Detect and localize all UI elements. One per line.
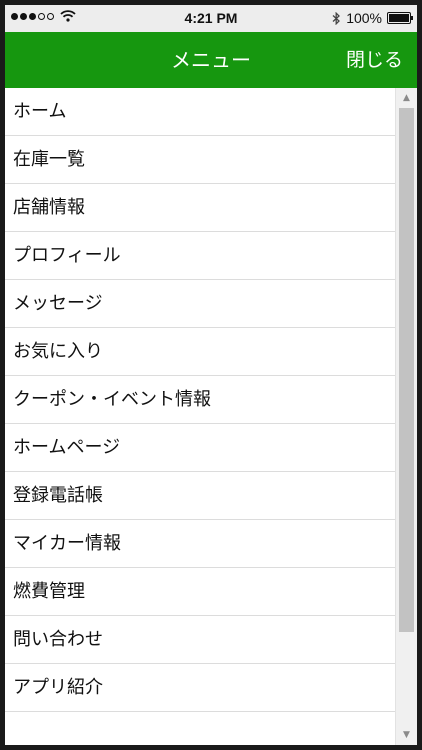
menu-item-coupons-events[interactable]: クーポン・イベント情報 [5, 376, 395, 424]
scrollbar[interactable]: ▲ ▼ [395, 88, 417, 745]
menu-item-profile[interactable]: プロフィール [5, 232, 395, 280]
status-right: 100% [332, 10, 413, 26]
menu-item-home[interactable]: ホーム [5, 88, 395, 136]
menu-item-favorites[interactable]: お気に入り [5, 328, 395, 376]
menu-item-my-car[interactable]: マイカー情報 [5, 520, 395, 568]
bluetooth-icon [332, 11, 341, 25]
navigation-bar: メニュー 閉じる [5, 32, 417, 88]
battery-percentage: 100% [346, 10, 382, 26]
menu-item-fuel-management[interactable]: 燃費管理 [5, 568, 395, 616]
close-button[interactable]: 閉じる [346, 32, 403, 88]
menu-item-app-intro[interactable]: アプリ紹介 [5, 664, 395, 712]
menu-list: ホーム 在庫一覧 店舗情報 プロフィール メッセージ お気に入り クーポン・イベ… [5, 88, 395, 745]
menu-item-store-info[interactable]: 店舗情報 [5, 184, 395, 232]
menu-item-homepage[interactable]: ホームページ [5, 424, 395, 472]
menu-item-messages[interactable]: メッセージ [5, 280, 395, 328]
scroll-thumb[interactable] [399, 108, 414, 632]
menu-item-contact[interactable]: 問い合わせ [5, 616, 395, 664]
scroll-down-arrow-icon[interactable]: ▼ [396, 727, 417, 743]
menu-item-inventory[interactable]: 在庫一覧 [5, 136, 395, 184]
app-window: 4:21 PM 100% メニュー 閉じる ホーム 在庫一覧 店舗情報 プロフィ… [5, 5, 417, 745]
scroll-up-arrow-icon[interactable]: ▲ [396, 90, 417, 106]
menu-item-phonebook[interactable]: 登録電話帳 [5, 472, 395, 520]
status-bar: 4:21 PM 100% [5, 5, 417, 32]
battery-icon [387, 12, 413, 24]
